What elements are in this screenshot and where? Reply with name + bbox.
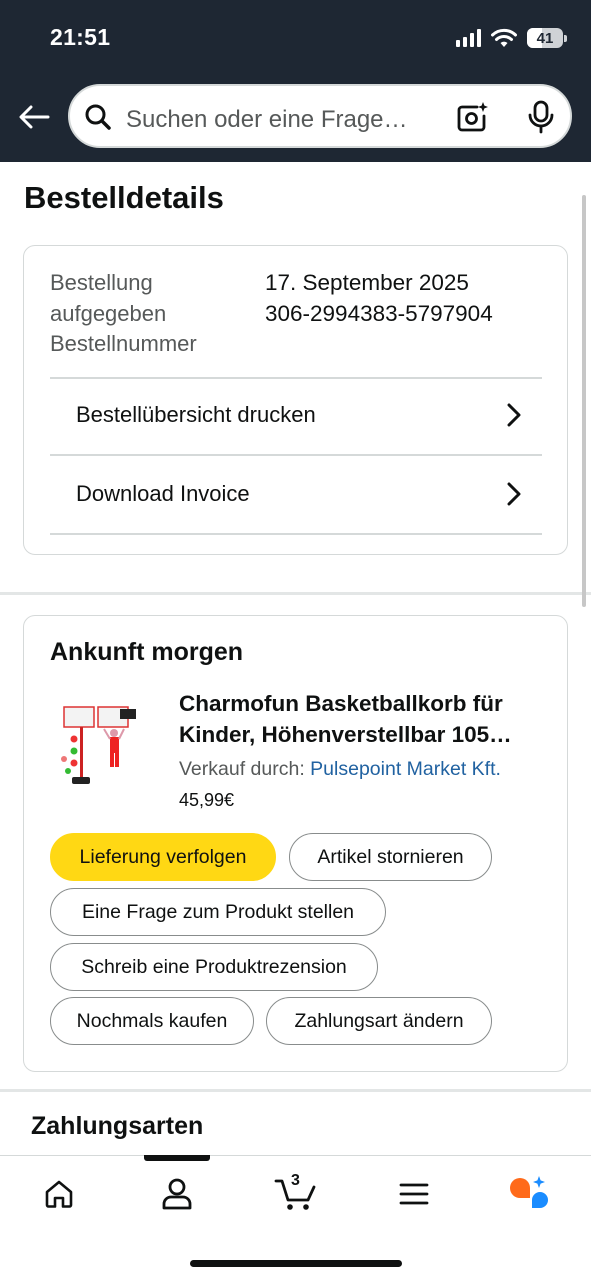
order-label-line: Bestellnummer xyxy=(50,331,197,356)
search-placeholder: Suchen oder eine Frage… xyxy=(126,106,408,133)
seller-info: Verkauf durch: Pulsepoint Market Kft. xyxy=(179,758,501,781)
product-price: 45,99€ xyxy=(179,790,235,810)
download-invoice-row[interactable]: Download Invoice xyxy=(50,456,542,532)
scrollbar[interactable] xyxy=(582,195,586,607)
nav-account[interactable] xyxy=(155,1172,199,1216)
rufus-assistant-icon xyxy=(510,1176,548,1208)
chevron-right-icon xyxy=(507,403,521,427)
order-label-line: Bestellung xyxy=(50,270,153,295)
nav-assistant[interactable] xyxy=(506,1172,550,1216)
chevron-right-icon xyxy=(507,482,521,506)
battery-level: 41 xyxy=(536,29,554,47)
order-values: 17. September 2025 306-2994383-5797904 xyxy=(265,268,493,329)
order-number: 306-2994383-5797904 xyxy=(265,300,493,326)
order-info-card: Bestellung aufgegeben Bestellnummer 17. … xyxy=(23,245,568,555)
status-icons: 41 xyxy=(456,25,567,51)
search-icon xyxy=(85,104,111,130)
battery-icon: 41 xyxy=(527,28,567,48)
product-title-link[interactable]: Charmofun Basketballkorb für Kinder, Höh… xyxy=(179,689,549,750)
cancel-item-button[interactable]: Artikel stornieren xyxy=(289,833,492,881)
buy-again-button[interactable]: Nochmals kaufen xyxy=(50,997,254,1045)
back-button[interactable] xyxy=(16,99,52,135)
account-icon xyxy=(162,1178,192,1210)
payment-methods-title: Zahlungsarten xyxy=(31,1112,204,1140)
divider xyxy=(50,533,542,535)
order-label-line: aufgegeben xyxy=(50,300,167,326)
order-date: 17. September 2025 xyxy=(265,270,469,295)
section-divider xyxy=(0,1089,591,1092)
nav-home[interactable] xyxy=(37,1172,81,1216)
order-labels: Bestellung aufgegeben Bestellnummer xyxy=(50,268,197,360)
nav-menu[interactable] xyxy=(392,1172,436,1216)
active-tab-indicator xyxy=(144,1155,210,1161)
ask-product-question-button[interactable]: Eine Frage zum Produkt stellen xyxy=(50,888,386,936)
home-indicator xyxy=(190,1260,402,1267)
section-divider xyxy=(0,592,591,595)
home-icon xyxy=(45,1180,73,1208)
status-time: 21:51 xyxy=(50,24,111,50)
change-payment-method-button[interactable]: Zahlungsart ändern xyxy=(266,997,492,1045)
signal-icon xyxy=(456,29,481,47)
print-order-summary-row[interactable]: Bestellübersicht drucken xyxy=(50,377,542,453)
write-review-button[interactable]: Schreib eine Produktrezension xyxy=(50,943,378,991)
menu-icon xyxy=(399,1183,429,1205)
track-package-button[interactable]: Lieferung verfolgen xyxy=(50,833,276,881)
product-title-line: Charmofun Basketballkorb für xyxy=(179,691,503,716)
delivery-status-title: Ankunft morgen xyxy=(50,638,244,666)
delivery-card: Ankunft morgen Charmofun Basketballkorb … xyxy=(23,615,568,1072)
seller-prefix: Verkauf durch: xyxy=(179,758,311,780)
search-input[interactable]: Suchen oder eine Frage… xyxy=(68,84,572,148)
seller-link[interactable]: Pulsepoint Market Kft. xyxy=(310,758,501,780)
row-label: Bestellübersicht drucken xyxy=(76,402,316,427)
arrow-left-icon xyxy=(19,105,50,129)
wifi-icon xyxy=(491,28,517,47)
top-bar: 21:51 41 Suchen oder eine Frage… xyxy=(0,0,591,162)
page-title: Bestelldetails xyxy=(24,180,224,215)
microphone-icon[interactable] xyxy=(526,100,556,134)
camera-search-icon[interactable] xyxy=(456,100,490,134)
product-title-line: Kinder, Höhenverstellbar 105… xyxy=(179,721,512,747)
row-label: Download Invoice xyxy=(76,481,250,506)
cart-count-badge: 3 xyxy=(291,1172,300,1189)
product-image[interactable] xyxy=(54,699,144,789)
